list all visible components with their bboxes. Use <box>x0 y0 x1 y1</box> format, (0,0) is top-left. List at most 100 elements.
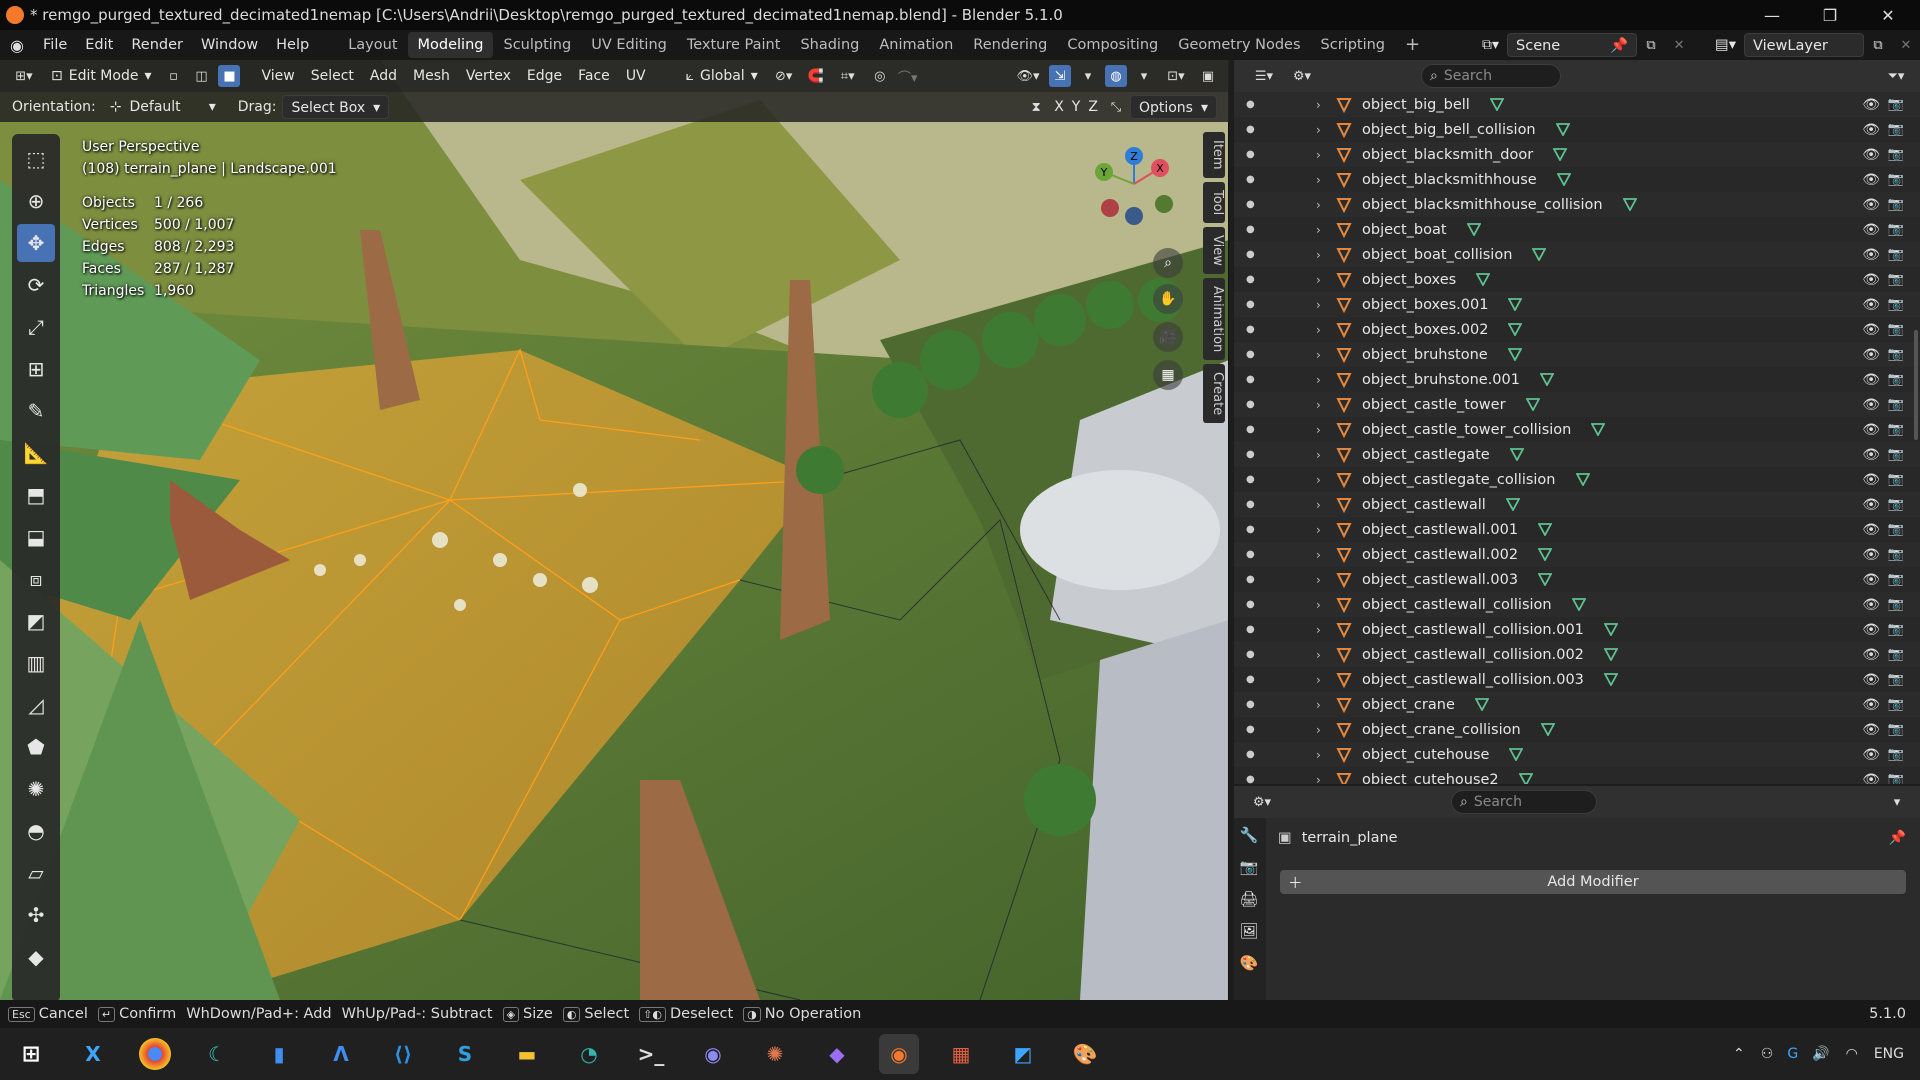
outliner-item-name[interactable]: object_big_bell <box>1362 97 1470 113</box>
dot-icon[interactable]: ● <box>1246 199 1255 210</box>
expand-arrow-icon[interactable]: › <box>1316 173 1321 187</box>
auto-merge-icon[interactable]: ⤡ <box>1105 96 1127 118</box>
outliner-item-name[interactable]: object_castlewall_collision.003 <box>1362 672 1584 688</box>
expand-arrow-icon[interactable]: › <box>1316 523 1321 537</box>
falloff-icon[interactable]: ⌒▾ <box>897 65 919 87</box>
shrink-fatten-icon[interactable]: ✣ <box>17 896 55 934</box>
outliner-item-name[interactable]: object_castlewall.002 <box>1362 547 1518 563</box>
dot-icon[interactable]: ● <box>1246 224 1255 235</box>
pivot-icon[interactable]: ⊘▾ <box>769 65 799 87</box>
expand-arrow-icon[interactable]: › <box>1316 623 1321 637</box>
outliner-item-name[interactable]: object_blacksmith_door <box>1362 147 1533 163</box>
outliner-item-name[interactable]: object_crane <box>1362 697 1455 713</box>
dot-icon[interactable]: ● <box>1246 174 1255 185</box>
menu-uv[interactable]: UV <box>618 64 654 88</box>
outliner-item-name[interactable]: object_crane_collision <box>1362 722 1521 738</box>
pin-icon[interactable]: 📌 <box>1889 830 1906 846</box>
camera-icon[interactable]: 📷 <box>1888 522 1904 537</box>
add-workspace-button[interactable]: + <box>1395 32 1430 58</box>
eye-icon[interactable]: 👁 <box>1862 722 1880 738</box>
minimize-button[interactable]: — <box>1744 0 1800 30</box>
tab-tool[interactable]: Tool <box>1203 181 1225 223</box>
outliner-item-name[interactable]: object_boxes.002 <box>1362 322 1488 338</box>
snap-icon[interactable]: 🧲 <box>805 65 827 87</box>
view-layer-props-icon[interactable]: 🖼 <box>1234 916 1264 946</box>
outliner-item-name[interactable]: object_castlewall <box>1362 497 1486 513</box>
dot-icon[interactable]: ● <box>1246 549 1255 560</box>
expand-arrow-icon[interactable]: › <box>1316 198 1321 212</box>
claude-icon[interactable]: ✺ <box>755 1034 795 1074</box>
outliner-row[interactable]: ● › object_castle_tower_collision 👁 📷 <box>1234 417 1920 442</box>
annotate-icon[interactable]: ✎ <box>17 392 55 430</box>
dot-icon[interactable]: ● <box>1246 424 1255 435</box>
axis-gizmo[interactable]: Z X Y <box>1090 140 1180 230</box>
tray-g-icon[interactable]: G <box>1787 1046 1798 1062</box>
perspective-toggle-icon[interactable]: ▦ <box>1153 360 1183 390</box>
dot-icon[interactable]: ● <box>1246 324 1255 335</box>
vscode-icon[interactable]: ⟨⟩ <box>383 1034 423 1074</box>
dot-icon[interactable]: ● <box>1246 724 1255 735</box>
outliner-row[interactable]: ● › object_castlewall_collision.001 👁 📷 <box>1234 617 1920 642</box>
maximize-button[interactable]: ❐ <box>1802 0 1858 30</box>
outliner-row[interactable]: ● › object_castlewall 👁 📷 <box>1234 492 1920 517</box>
expand-arrow-icon[interactable]: › <box>1316 98 1321 112</box>
file-explorer-icon[interactable]: ▬ <box>507 1034 547 1074</box>
outliner-scrollbar[interactable] <box>1914 330 1918 440</box>
menu-add[interactable]: Add <box>362 64 405 88</box>
orientation-dropdown[interactable]: ⊹ Default ▾ <box>102 95 224 119</box>
outliner-item-name[interactable]: object_boat <box>1362 222 1447 238</box>
outliner-item-name[interactable]: object_boxes.001 <box>1362 297 1488 313</box>
tray-chevron-up-icon[interactable]: ⌃ <box>1733 1046 1745 1062</box>
edge-icon[interactable]: ◔ <box>569 1034 609 1074</box>
chevron-down-icon[interactable]: ▾ <box>1133 65 1155 87</box>
tab-uv-editing[interactable]: UV Editing <box>581 32 677 58</box>
outliner-row[interactable]: ● › object_castlewall.003 👁 📷 <box>1234 567 1920 592</box>
visibility-icon[interactable]: 👁▾ <box>1013 65 1043 87</box>
camera-icon[interactable]: 📷 <box>1888 772 1904 784</box>
dot-icon[interactable]: ● <box>1246 274 1255 285</box>
expand-arrow-icon[interactable]: › <box>1316 548 1321 562</box>
eye-icon[interactable]: 👁 <box>1862 672 1880 688</box>
eye-icon[interactable]: 👁 <box>1862 547 1880 563</box>
image-app-icon[interactable]: ◩ <box>1003 1034 1043 1074</box>
camera-icon[interactable]: 📷 <box>1888 322 1904 337</box>
menu-window[interactable]: Window <box>192 30 267 60</box>
outliner-item-name[interactable]: object_cutehouse <box>1362 747 1489 763</box>
tab-geometry-nodes[interactable]: Geometry Nodes <box>1168 32 1310 58</box>
app-x-icon[interactable]: X <box>73 1034 113 1074</box>
extrude-icon[interactable]: ⬓ <box>17 518 55 556</box>
outliner-item-name[interactable]: object_bruhstone <box>1362 347 1488 363</box>
overlay-icon[interactable]: ◍ <box>1105 65 1127 87</box>
volume-icon[interactable]: 🔊 <box>1812 1046 1829 1062</box>
expand-arrow-icon[interactable]: › <box>1316 273 1321 287</box>
dot-icon[interactable]: ● <box>1246 449 1255 460</box>
outliner-item-name[interactable]: object_bruhstone.001 <box>1362 372 1520 388</box>
camera-icon[interactable]: 📷 <box>1888 422 1904 437</box>
expand-arrow-icon[interactable]: › <box>1316 323 1321 337</box>
outliner-row[interactable]: ● › object_castlewall_collision.002 👁 📷 <box>1234 642 1920 667</box>
camera-icon[interactable]: 📷 <box>1888 247 1904 262</box>
camera-icon[interactable]: 📷 <box>1888 172 1904 187</box>
eye-icon[interactable]: 👁 <box>1862 247 1880 263</box>
outliner-item-name[interactable]: object_blacksmithhouse_collision <box>1362 197 1603 213</box>
menu-vertex[interactable]: Vertex <box>458 64 519 88</box>
shear-icon[interactable]: ◆ <box>17 938 55 976</box>
eye-icon[interactable]: 👁 <box>1862 622 1880 638</box>
outliner-row[interactable]: ● › object_blacksmithhouse_collision 👁 📷 <box>1234 192 1920 217</box>
expand-arrow-icon[interactable]: › <box>1316 723 1321 737</box>
knife-icon[interactable]: ◿ <box>17 686 55 724</box>
outliner-row[interactable]: ● › object_castle_tower 👁 📷 <box>1234 392 1920 417</box>
outliner-item-name[interactable]: object_cutehouse2 <box>1362 772 1499 785</box>
tab-animation[interactable]: Animation <box>1203 277 1225 360</box>
gizmo-icon[interactable]: ⇲ <box>1049 65 1071 87</box>
outliner-row[interactable]: ● › object_crane_collision 👁 📷 <box>1234 717 1920 742</box>
camera-icon[interactable]: 📷 <box>1888 197 1904 212</box>
chevron-down-icon[interactable]: ▾ <box>1886 791 1908 813</box>
output-props-icon[interactable]: 🖨 <box>1234 884 1264 914</box>
viewlayer-field[interactable]: ViewLayer <box>1744 33 1864 57</box>
expand-arrow-icon[interactable]: › <box>1316 673 1321 687</box>
camera-icon[interactable]: 📷 <box>1888 272 1904 287</box>
outliner-item-name[interactable]: object_castlewall.001 <box>1362 522 1518 538</box>
camera-icon[interactable]: 📷 <box>1888 572 1904 587</box>
eye-icon[interactable]: 👁 <box>1862 572 1880 588</box>
